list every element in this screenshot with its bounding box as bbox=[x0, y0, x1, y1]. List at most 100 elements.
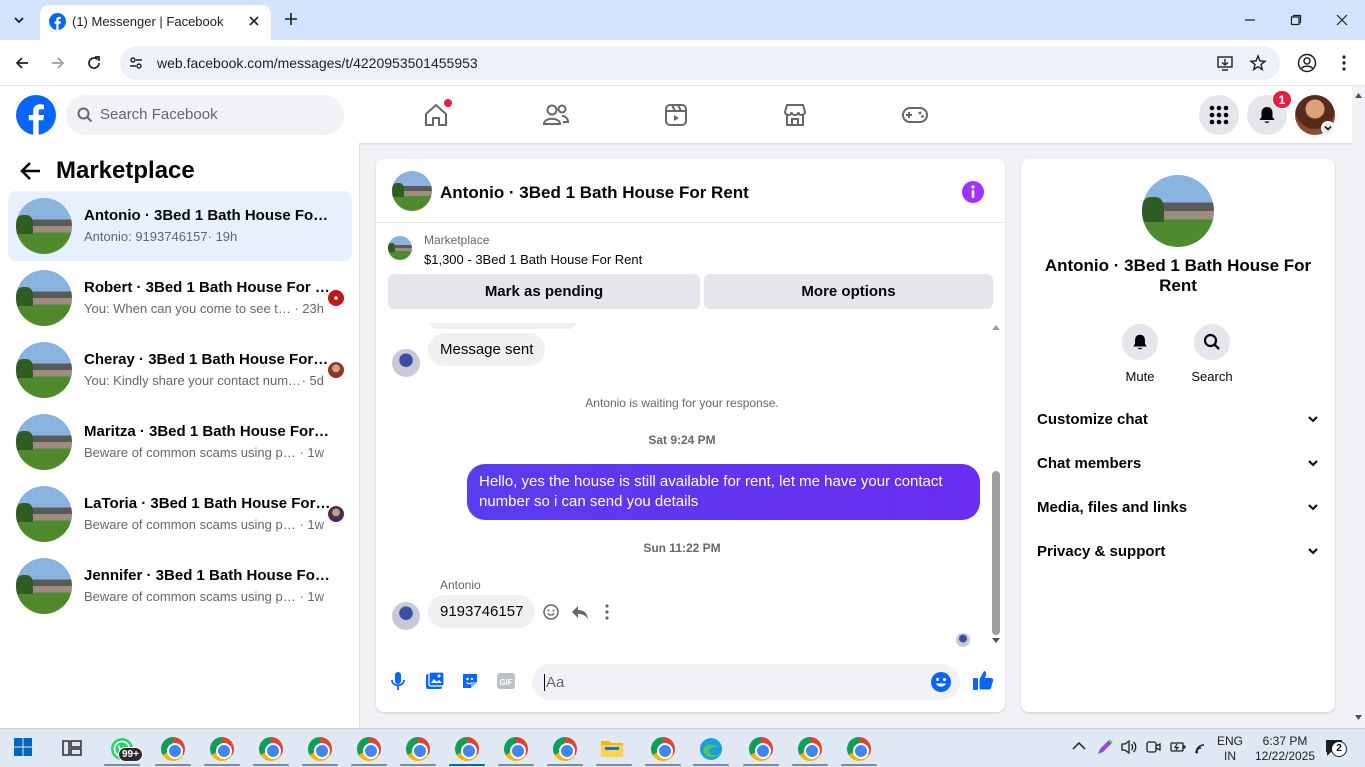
gif-icon[interactable]: GIF bbox=[496, 671, 516, 691]
meet-now-icon[interactable] bbox=[1145, 739, 1169, 763]
chat-avatar[interactable] bbox=[392, 171, 432, 211]
conversation-item[interactable]: Jennifer · 3Bed 1 Bath House For Rent Be… bbox=[8, 551, 352, 621]
account-chevron-icon[interactable] bbox=[1321, 121, 1335, 135]
outgoing-message[interactable]: Hello, yes the house is still available … bbox=[467, 464, 980, 520]
like-thumb-icon[interactable] bbox=[972, 669, 994, 691]
volume-icon[interactable] bbox=[1120, 739, 1144, 763]
incoming-message[interactable]: Message sent bbox=[428, 333, 546, 366]
chrome-icon[interactable] bbox=[406, 737, 430, 761]
message-scrollbar[interactable] bbox=[990, 323, 1002, 651]
chrome-icon[interactable] bbox=[455, 737, 479, 761]
chrome-icon[interactable] bbox=[798, 737, 822, 761]
timestamp: Sun 11:22 PM bbox=[643, 541, 721, 555]
customize-chat-row[interactable]: Customize chat bbox=[1029, 400, 1327, 440]
chrome-icon[interactable] bbox=[847, 737, 871, 761]
search-placeholder: Search Facebook bbox=[100, 106, 218, 123]
chevron-down-icon bbox=[1307, 545, 1319, 557]
profile-icon[interactable] bbox=[1295, 51, 1319, 75]
keyboard-language[interactable]: ENG IN bbox=[1215, 734, 1245, 764]
reload-icon[interactable] bbox=[82, 51, 106, 75]
site-settings-icon[interactable] bbox=[128, 55, 144, 71]
emoji-icon[interactable] bbox=[930, 671, 952, 693]
sender-avatar[interactable] bbox=[392, 349, 420, 377]
pen-icon[interactable] bbox=[1096, 738, 1120, 762]
photo-icon[interactable] bbox=[425, 671, 445, 691]
conversation-details-panel: Antonio · 3Bed 1 Bath House For Rent Mut… bbox=[1021, 159, 1335, 712]
video-nav-icon[interactable] bbox=[656, 96, 696, 134]
bell-icon bbox=[1133, 334, 1147, 350]
sender-name: Antonio bbox=[440, 578, 481, 592]
facebook-search-input[interactable]: Search Facebook bbox=[66, 95, 344, 135]
file-explorer-icon[interactable] bbox=[600, 737, 624, 761]
message-list: Message sent Antonio is waiting for your… bbox=[376, 323, 1005, 653]
chat-members-row[interactable]: Chat members bbox=[1029, 444, 1327, 484]
browser-tab-active[interactable]: (1) Messenger | Facebook bbox=[40, 5, 271, 40]
facebook-logo-icon[interactable] bbox=[16, 95, 56, 135]
close-window-icon[interactable] bbox=[1319, 0, 1365, 40]
back-arrow-icon[interactable] bbox=[20, 161, 42, 181]
sender-avatar[interactable] bbox=[392, 602, 420, 630]
previous-message-bubble bbox=[428, 323, 578, 329]
sticker-icon[interactable] bbox=[460, 671, 480, 691]
chrome-icon[interactable] bbox=[161, 737, 185, 761]
chrome-icon[interactable] bbox=[651, 737, 675, 761]
forward-arrow-icon[interactable] bbox=[46, 51, 70, 75]
battery-icon[interactable] bbox=[1169, 739, 1193, 763]
minimize-window-icon[interactable] bbox=[1227, 0, 1273, 40]
chrome-icon[interactable] bbox=[553, 737, 577, 761]
react-emoji-icon[interactable] bbox=[543, 604, 559, 620]
search-icon bbox=[77, 107, 93, 123]
chrome-icon[interactable] bbox=[749, 737, 773, 761]
chrome-icon[interactable] bbox=[357, 737, 381, 761]
conversation-item[interactable]: Cheray · 3Bed 1 Bath House For Rent You:… bbox=[8, 335, 352, 405]
conversation-item[interactable]: LaToria · 3Bed 1 Bath House For Rent Bew… bbox=[8, 479, 352, 549]
listing-title[interactable]: $1,300 - 3Bed 1 Bath House For Rent bbox=[424, 252, 642, 267]
chevron-down-icon bbox=[1307, 413, 1319, 425]
chrome-icon[interactable] bbox=[259, 737, 283, 761]
message-input[interactable]: Aa bbox=[532, 664, 960, 700]
install-app-icon[interactable] bbox=[1216, 54, 1234, 72]
edge-icon[interactable] bbox=[699, 737, 723, 761]
mark-as-pending-button[interactable]: Mark as pending bbox=[388, 274, 700, 309]
new-tab-icon[interactable] bbox=[282, 10, 300, 28]
show-hidden-icons-icon[interactable] bbox=[1072, 741, 1096, 765]
browser-menu-icon[interactable] bbox=[1332, 51, 1356, 75]
back-arrow-icon[interactable] bbox=[10, 51, 34, 75]
mute-button[interactable]: Mute bbox=[1110, 324, 1170, 384]
more-actions-icon[interactable] bbox=[605, 604, 609, 620]
incoming-message[interactable]: 9193746157 bbox=[428, 595, 536, 628]
gaming-nav-icon[interactable] bbox=[895, 96, 935, 134]
chrome-icon[interactable] bbox=[504, 737, 528, 761]
task-view-icon[interactable] bbox=[61, 737, 85, 761]
close-tab-icon[interactable] bbox=[246, 13, 262, 29]
conversation-name: Antonio · 3Bed 1 Bath House For Rent bbox=[84, 207, 332, 224]
more-options-button[interactable]: More options bbox=[704, 274, 993, 309]
chat-title[interactable]: Antonio · 3Bed 1 Bath House For Rent bbox=[440, 183, 749, 203]
address-bar[interactable]: web.facebook.com/messages/t/422095350145… bbox=[120, 46, 1280, 80]
menu-grid-button[interactable] bbox=[1199, 95, 1239, 135]
chrome-icon[interactable] bbox=[308, 737, 332, 761]
restore-window-icon[interactable] bbox=[1273, 0, 1319, 40]
chrome-icon[interactable] bbox=[210, 737, 234, 761]
search-conversation-button[interactable]: Search bbox=[1182, 324, 1242, 384]
seen-avatar bbox=[328, 290, 344, 306]
friends-nav-icon[interactable] bbox=[536, 96, 576, 134]
info-icon[interactable] bbox=[962, 181, 984, 203]
conversation-item[interactable]: Maritza · 3Bed 1 Bath House For Rent Bew… bbox=[8, 407, 352, 477]
tab-search-button[interactable] bbox=[6, 7, 32, 33]
conversation-item[interactable]: Robert · 3Bed 1 Bath House For Rent You:… bbox=[8, 263, 352, 333]
conversation-item[interactable]: Antonio · 3Bed 1 Bath House For Rent Ant… bbox=[8, 191, 352, 261]
windows-start-icon[interactable] bbox=[13, 737, 37, 761]
listing-thumbnail bbox=[16, 270, 72, 326]
bookmark-star-icon[interactable] bbox=[1249, 54, 1267, 72]
profile-avatar[interactable] bbox=[1142, 175, 1214, 247]
page-scrollbar[interactable] bbox=[1352, 86, 1365, 728]
clock[interactable]: 6:37 PM 12/22/2025 bbox=[1250, 734, 1320, 764]
marketplace-nav-icon[interactable] bbox=[775, 96, 815, 134]
chat-panel: Antonio · 3Bed 1 Bath House For Rent Mar… bbox=[376, 159, 1005, 712]
scrollbar-thumb[interactable] bbox=[992, 471, 1000, 635]
reply-icon[interactable] bbox=[571, 604, 589, 620]
media-files-links-row[interactable]: Media, files and links bbox=[1029, 488, 1327, 528]
privacy-support-row[interactable]: Privacy & support bbox=[1029, 532, 1327, 572]
microphone-icon[interactable] bbox=[390, 671, 406, 691]
